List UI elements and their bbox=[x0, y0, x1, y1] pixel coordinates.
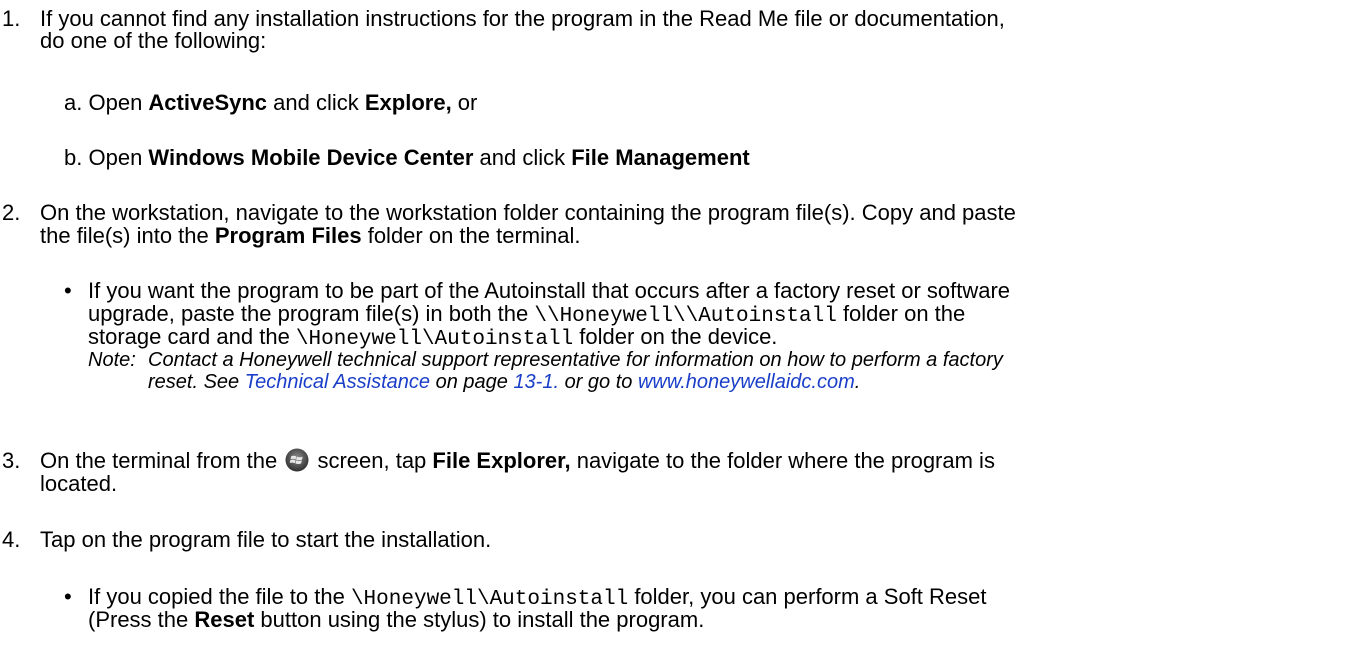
step-text-part: the file(s) into the bbox=[40, 223, 215, 248]
step-number: 1. bbox=[2, 6, 21, 31]
bullet-text-part: button using the stylus) to install the … bbox=[254, 607, 705, 632]
page-reference-link[interactable]: 13-1. bbox=[513, 371, 559, 393]
ui-term: Reset bbox=[194, 607, 255, 632]
step-text: the file(s) into the Program Files folde… bbox=[40, 223, 581, 248]
substep-letter: b. bbox=[64, 145, 83, 170]
step-text-part: navigate to the folder where the program… bbox=[570, 448, 995, 473]
substep-text: and click bbox=[267, 90, 365, 115]
note-text-part: . bbox=[854, 371, 861, 393]
bullet-text-part: folder on the device. bbox=[573, 324, 778, 349]
note-text-part: reset. See bbox=[148, 371, 245, 393]
note-label: Note: bbox=[88, 349, 136, 371]
note-text-part: or go to bbox=[559, 371, 638, 393]
step-text: On the workstation, navigate to the work… bbox=[40, 200, 1016, 225]
substep-b: b. Open Windows Mobile Device Center and… bbox=[64, 145, 750, 170]
substep-letter: a. bbox=[64, 90, 83, 115]
note-text: reset. See Technical Assistance on page … bbox=[148, 370, 860, 395]
bullet-text-part: upgrade, paste the program file(s) in bo… bbox=[88, 301, 535, 326]
substep-text: Open bbox=[88, 145, 149, 170]
step-text: do one of the following: bbox=[40, 28, 267, 53]
windows-start-icon bbox=[285, 448, 309, 472]
step-number: 2. bbox=[2, 200, 21, 225]
honeywell-website-link[interactable]: www.honeywellaidc.com bbox=[638, 371, 855, 393]
ui-term: File Explorer, bbox=[432, 448, 571, 473]
ui-term: Windows Mobile Device Center bbox=[148, 145, 474, 170]
document-page: { "steps": [ { "number": "1.", "line1": … bbox=[0, 0, 1357, 661]
technical-assistance-link[interactable]: Technical Assistance bbox=[245, 371, 430, 393]
substep-text: or bbox=[451, 90, 478, 115]
note-text-part: on page bbox=[430, 371, 514, 393]
ui-term: Program Files bbox=[214, 223, 362, 248]
bullet-text: If you want the program to be part of th… bbox=[88, 278, 1011, 303]
substep-a: a. Open ActiveSync and click Explore, or bbox=[64, 90, 477, 115]
ui-term: ActiveSync bbox=[148, 90, 268, 115]
bullet-text-part: (Press the bbox=[88, 607, 195, 632]
step-text: Tap on the program file to start the ins… bbox=[40, 527, 492, 552]
ui-term: Explore, bbox=[364, 90, 452, 115]
bullet-text: (Press the Reset button using the stylus… bbox=[88, 607, 704, 632]
step-number: 4. bbox=[2, 527, 21, 552]
bullet-text-part: folder, you can perform a Soft Reset bbox=[628, 584, 987, 609]
ui-term: File Management bbox=[571, 145, 750, 170]
substep-text: Open bbox=[88, 90, 149, 115]
bullet-text-part: folder on the bbox=[836, 301, 966, 326]
bullet-icon: • bbox=[64, 584, 72, 609]
bullet-icon: • bbox=[64, 278, 72, 303]
step-text-part: On the terminal from the bbox=[40, 448, 278, 473]
bullet-text-part: storage card and the bbox=[88, 324, 296, 349]
step-text: On the terminal from the screen, tap Fil… bbox=[40, 448, 995, 473]
substep-text: and click bbox=[473, 145, 572, 170]
step-text: located. bbox=[40, 471, 118, 496]
step-text-part: folder on the terminal. bbox=[361, 223, 581, 248]
bullet-text-part: If you copied the file to the bbox=[88, 584, 351, 609]
step-number: 3. bbox=[2, 448, 21, 473]
step-text-part: screen, tap bbox=[311, 448, 433, 473]
